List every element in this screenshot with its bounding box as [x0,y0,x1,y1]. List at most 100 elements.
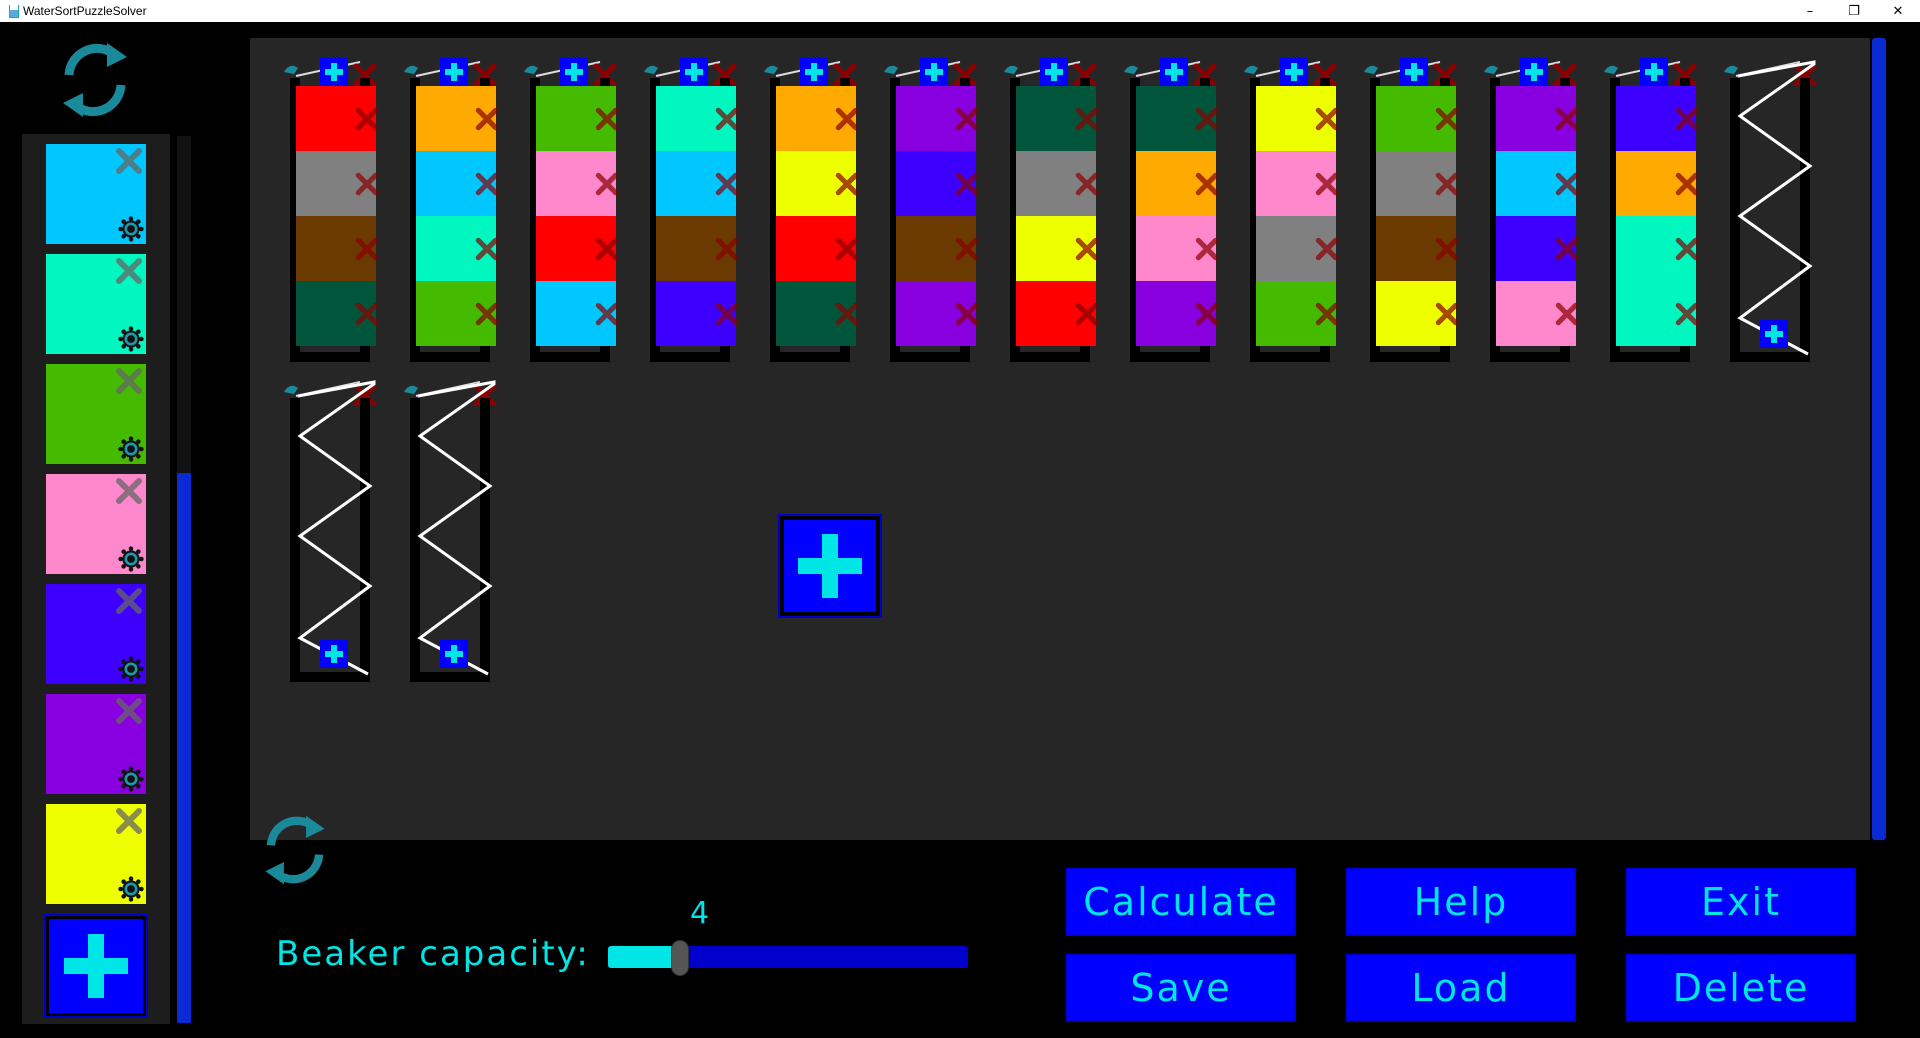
remove-cell-icon[interactable] [1194,106,1220,132]
remove-cell-icon[interactable] [714,236,740,262]
gear-icon[interactable] [118,766,144,792]
gear-icon[interactable] [118,876,144,902]
remove-cell-icon[interactable] [1674,236,1700,262]
liquid-cell[interactable] [536,216,619,281]
liquid-cell[interactable] [296,151,379,216]
liquid-cell[interactable] [296,86,379,151]
color-swatch[interactable] [46,254,146,354]
close-window-button[interactable]: ✕ [1876,0,1920,22]
refresh-board-icon[interactable] [258,808,332,892]
help-button[interactable]: Help [1346,868,1576,936]
remove-color-icon[interactable] [114,366,144,396]
beaker[interactable] [1360,56,1460,366]
remove-cell-icon[interactable] [1314,236,1340,262]
beaker[interactable] [280,376,380,686]
liquid-cell[interactable] [416,86,499,151]
remove-cell-icon[interactable] [1554,106,1580,132]
remove-cell-icon[interactable] [714,171,740,197]
beaker[interactable] [760,56,860,366]
gear-icon[interactable] [118,216,144,242]
liquid-cell[interactable] [776,216,859,281]
remove-cell-icon[interactable] [1314,106,1340,132]
liquid-cell[interactable] [1256,151,1339,216]
color-swatch[interactable] [46,694,146,794]
remove-cell-icon[interactable] [1554,236,1580,262]
liquid-cell[interactable] [536,151,619,216]
calculate-button[interactable]: Calculate [1066,868,1296,936]
remove-cell-icon[interactable] [1074,301,1100,327]
remove-cell-icon[interactable] [1434,236,1460,262]
capacity-slider-thumb[interactable] [671,940,689,976]
remove-cell-icon[interactable] [354,301,380,327]
palette-scrollbar-thumb[interactable] [177,473,191,1023]
liquid-cell[interactable] [1136,281,1219,346]
liquid-cell[interactable] [1256,86,1339,151]
liquid-cell[interactable] [1616,281,1699,346]
add-cell-button[interactable] [920,58,948,86]
beaker[interactable] [280,56,380,366]
add-beaker-button[interactable] [778,514,882,618]
liquid-cell[interactable] [656,281,739,346]
liquid-cell[interactable] [896,86,979,151]
remove-cell-icon[interactable] [1074,106,1100,132]
remove-cell-icon[interactable] [834,106,860,132]
beaker[interactable] [1600,56,1700,366]
remove-cell-icon[interactable] [594,171,620,197]
refresh-palette-icon[interactable] [55,35,135,125]
remove-cell-icon[interactable] [954,301,980,327]
liquid-cell[interactable] [1376,281,1459,346]
add-cell-button[interactable] [1280,58,1308,86]
liquid-cell[interactable] [1016,216,1099,281]
liquid-cell[interactable] [776,151,859,216]
board-scrollbar[interactable] [1872,38,1886,840]
liquid-cell[interactable] [776,281,859,346]
liquid-cell[interactable] [896,216,979,281]
remove-cell-icon[interactable] [354,171,380,197]
liquid-cell[interactable] [536,86,619,151]
remove-color-icon[interactable] [114,476,144,506]
liquid-cell[interactable] [1016,281,1099,346]
liquid-cell[interactable] [1136,151,1219,216]
gear-icon[interactable] [118,326,144,352]
liquid-cell[interactable] [776,86,859,151]
remove-cell-icon[interactable] [1074,236,1100,262]
liquid-cell[interactable] [896,281,979,346]
remove-cell-icon[interactable] [1194,301,1220,327]
beaker[interactable] [1120,56,1220,366]
liquid-cell[interactable] [296,216,379,281]
liquid-cell[interactable] [1496,86,1579,151]
add-cell-button[interactable] [1160,58,1188,86]
liquid-cell[interactable] [896,151,979,216]
add-cell-button[interactable] [440,58,468,86]
minimize-button[interactable]: – [1788,0,1832,22]
add-cell-button[interactable] [1640,58,1668,86]
remove-cell-icon[interactable] [954,236,980,262]
beaker[interactable] [520,56,620,366]
color-swatch[interactable] [46,144,146,244]
liquid-cell[interactable] [416,281,499,346]
liquid-cell[interactable] [1256,281,1339,346]
remove-cell-icon[interactable] [834,301,860,327]
liquid-cell[interactable] [1616,216,1699,281]
load-button[interactable]: Load [1346,954,1576,1022]
liquid-cell[interactable] [1016,86,1099,151]
remove-cell-icon[interactable] [834,236,860,262]
remove-color-icon[interactable] [114,696,144,726]
liquid-cell[interactable] [1616,86,1699,151]
remove-cell-icon[interactable] [714,301,740,327]
save-button[interactable]: Save [1066,954,1296,1022]
exit-button[interactable]: Exit [1626,868,1856,936]
color-swatch[interactable] [46,804,146,904]
liquid-cell[interactable] [416,151,499,216]
remove-cell-icon[interactable] [474,171,500,197]
liquid-cell[interactable] [1256,216,1339,281]
beaker[interactable] [1240,56,1340,366]
remove-color-icon[interactable] [114,806,144,836]
add-cell-button[interactable] [560,58,588,86]
liquid-cell[interactable] [1616,151,1699,216]
remove-cell-icon[interactable] [594,301,620,327]
remove-cell-icon[interactable] [474,236,500,262]
add-cell-button[interactable] [1400,58,1428,86]
remove-cell-icon[interactable] [1194,171,1220,197]
beaker[interactable] [1480,56,1580,366]
